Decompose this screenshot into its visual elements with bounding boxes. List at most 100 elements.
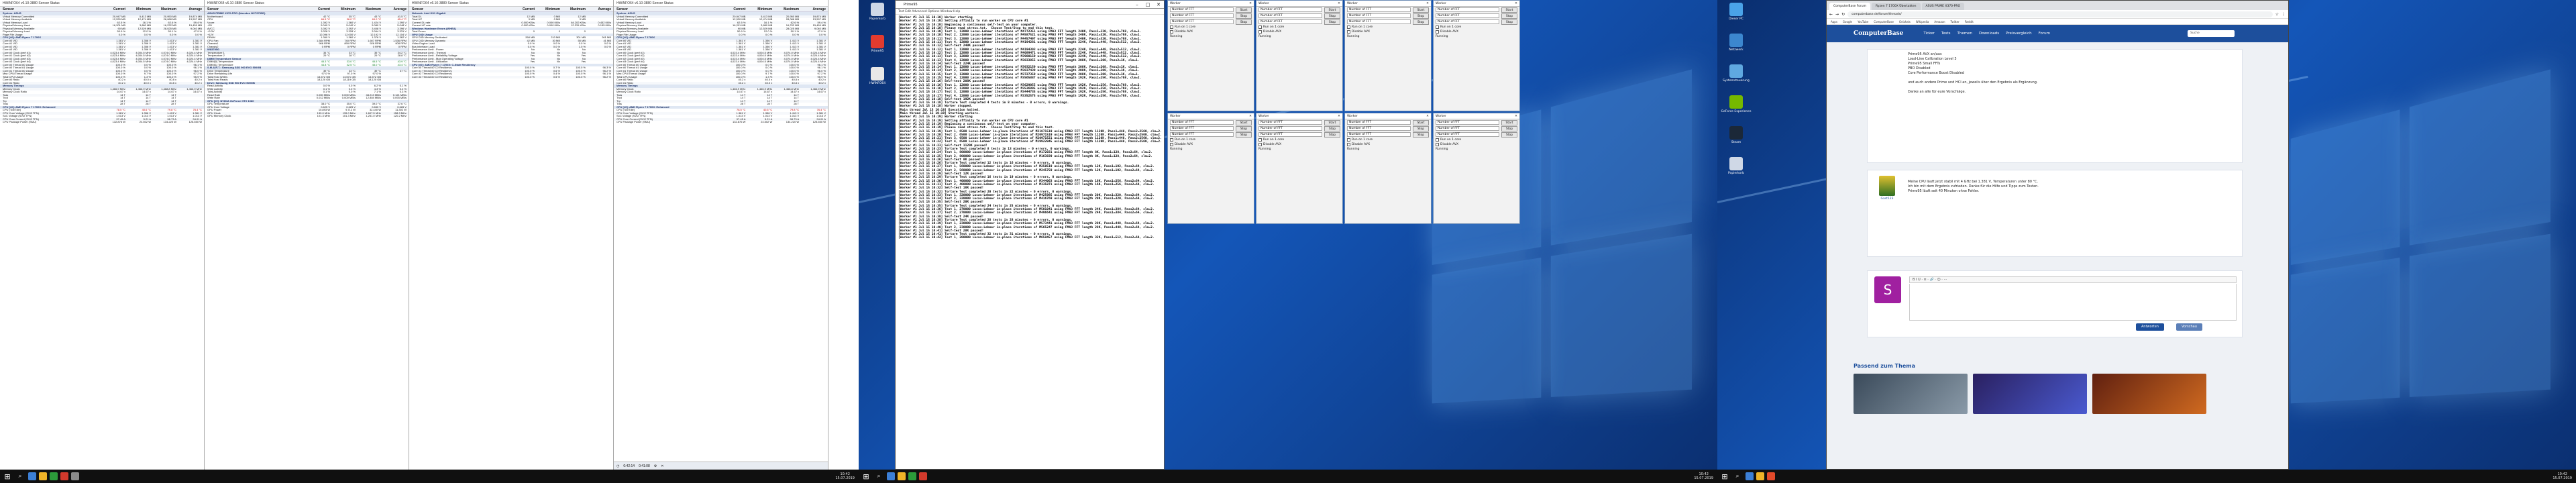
fft-input[interactable]: Number of FFT <box>1170 126 1234 131</box>
related-thumbnail[interactable] <box>1973 374 2087 414</box>
checkbox-row[interactable]: Run on 1 core <box>1256 25 1342 30</box>
search-icon[interactable]: ⌕ <box>1732 470 1743 483</box>
start-button[interactable]: Start <box>1324 7 1340 13</box>
start-button[interactable]: Start <box>1501 7 1517 13</box>
fft-input[interactable]: Number of FFT <box>1258 132 1322 137</box>
taskbar-app-icon[interactable] <box>1767 472 1775 480</box>
table-row[interactable]: GPU Memory Clock 101.3 MHz 101.3 MHz 1,251.… <box>205 115 409 118</box>
close-icon[interactable]: ✕ <box>1513 113 1519 119</box>
nav-themen[interactable]: Themen <box>1957 32 1972 36</box>
stop-button[interactable]: Stop <box>1413 19 1429 25</box>
checkbox-row[interactable]: Disable AVX <box>1434 142 1519 147</box>
related-thumbnail[interactable] <box>1854 374 1968 414</box>
fft-input[interactable]: Number of FFT <box>1258 126 1322 131</box>
minimize-icon[interactable]: – <box>1132 1 1142 8</box>
desktop-icon[interactable]: Papierkorb <box>861 3 894 21</box>
back-icon[interactable]: ← <box>1829 12 1833 17</box>
checkbox-row[interactable]: Disable AVX <box>1256 30 1342 34</box>
hwinfo-sensor-list-3[interactable]: Network: Intel I211 Gigabit Total DL 12 MB… <box>409 12 613 78</box>
start-button[interactable]: Start <box>1413 7 1429 13</box>
prime95-menubar[interactable]: Test Edit Advanced Options Window Help <box>896 9 1164 15</box>
hwinfo-panel-1[interactable]: HWiNFO64 v6.10-3880 Sensor Status Sensor… <box>0 0 205 470</box>
search-icon[interactable]: ⌕ <box>873 470 884 483</box>
stop-button[interactable]: Stop <box>1413 125 1429 131</box>
checkbox[interactable] <box>1436 25 1439 29</box>
checkbox[interactable] <box>1347 25 1350 29</box>
stop-button[interactable]: Stop <box>1236 13 1252 19</box>
fft-input[interactable]: Number of FFT <box>1436 126 1499 131</box>
table-row[interactable]: Core #3 Thread #0 C0 Residency 100.0 % 0.5… <box>409 75 613 78</box>
checkbox[interactable] <box>1170 138 1173 142</box>
close-icon[interactable]: ✕ <box>1247 1 1254 6</box>
start-button[interactable]: Start <box>1413 119 1429 125</box>
desktop-icon[interactable]: Steam <box>1720 126 1752 144</box>
table-row[interactable]: CPU Package Power (SMU) 132.876 W 24.502 W… <box>614 121 828 124</box>
nav-ticker[interactable]: Ticker <box>1923 32 1934 36</box>
windows-start-icon[interactable]: ⊞ <box>859 470 873 483</box>
prime95-worker-window[interactable]: Worker ✕ Number of FFT Start Number of FFT St… <box>1344 113 1432 224</box>
start-button[interactable]: Start <box>1236 7 1252 13</box>
desktop-icon[interactable]: Dieser PC <box>1720 3 1752 21</box>
browser-tab[interactable]: Ryzen 7 1700X Übertakten <box>1872 3 1921 10</box>
stop-button[interactable]: Stop <box>1236 131 1252 138</box>
fft-input[interactable]: Number of FFT <box>1347 19 1411 24</box>
stop-button[interactable]: Stop <box>1324 125 1340 131</box>
checkbox[interactable] <box>1170 25 1173 29</box>
checkbox-row[interactable]: Run on 1 core <box>1168 25 1254 30</box>
hwinfo-panel-3[interactable]: HWiNFO64 v6.10-3880 Sensor Status Sensor… <box>409 0 614 470</box>
browser-tab[interactable]: ComputerBase Forum <box>1829 3 1871 10</box>
forward-icon[interactable]: → <box>1835 12 1839 17</box>
hwinfo-sensor-list-4[interactable]: System: ASUS Virtual Memory Committed 20,9… <box>614 12 828 124</box>
fft-input[interactable]: Number of FFT <box>1436 132 1499 137</box>
desktop-icon[interactable]: GeForce Experience <box>1720 95 1752 113</box>
stop-button[interactable]: Stop <box>1413 131 1429 138</box>
desktop-icon[interactable]: Systemsteuerung <box>1720 64 1752 83</box>
fft-input[interactable]: Number of FFT <box>1258 120 1322 125</box>
close-icon[interactable]: ✕ <box>1424 1 1431 6</box>
taskbar-app-icon[interactable] <box>908 472 916 480</box>
taskbar-clock[interactable]: 10:42 15.07.2019 <box>1694 472 1713 480</box>
fft-input[interactable]: Number of FFT <box>1258 7 1322 12</box>
bookmark-item[interactable]: Amazon <box>1934 19 1945 24</box>
fft-input[interactable]: Number of FFT <box>1258 13 1322 18</box>
taskbar-app-icon[interactable] <box>1746 472 1754 480</box>
checkbox[interactable] <box>1258 138 1262 142</box>
close-icon[interactable]: ✕ <box>1513 1 1519 6</box>
fft-input[interactable]: Number of FFT <box>1347 13 1411 18</box>
taskbar-app-icon[interactable] <box>919 472 927 480</box>
bookmark-item[interactable]: Reddit <box>1965 19 1974 24</box>
stop-button[interactable]: Stop <box>1413 13 1429 19</box>
bookmark-item[interactable]: Apps <box>1831 19 1837 24</box>
checkbox-row[interactable]: Run on 1 core <box>1434 25 1519 30</box>
prime95-main-window[interactable]: Prime95 – □ ✕ Test Edit Advanced Options… <box>895 0 1165 470</box>
checkbox[interactable] <box>1436 138 1439 142</box>
close-icon[interactable]: ✕ <box>1336 113 1342 119</box>
checkbox[interactable] <box>1170 143 1173 146</box>
stop-button[interactable]: Stop <box>1236 125 1252 131</box>
taskbar-clock[interactable]: 10:42 15.07.2019 <box>2553 472 2572 480</box>
author-name[interactable]: Gast123 <box>1881 197 1894 201</box>
fft-input[interactable]: Number of FFT <box>1258 19 1322 24</box>
checkbox-row[interactable]: Disable AVX <box>1256 142 1342 147</box>
hwinfo-sensor-list-2[interactable]: ASUS PRIME X370-PRO (Nuvoton NCT6795D) Mo… <box>205 12 409 118</box>
bookmark-item[interactable]: Twitter <box>1951 19 1960 24</box>
desktop-icon[interactable]: Papierkorb <box>1720 157 1752 175</box>
bookmark-item[interactable]: Google <box>1843 19 1852 24</box>
checkbox[interactable] <box>1170 30 1173 34</box>
reply-button[interactable]: Antworten <box>2136 323 2164 331</box>
prime95-worker-window[interactable]: Worker ✕ Number of FFT Start Number of FFT St… <box>1256 0 1343 111</box>
taskbar-app-icon[interactable] <box>60 472 68 480</box>
browser-tab[interactable]: ASUS PRIME X370-PRO <box>1921 3 1965 10</box>
checkbox[interactable] <box>1436 143 1439 146</box>
start-button[interactable]: Start <box>1236 119 1252 125</box>
stop-button[interactable]: Stop <box>1501 131 1517 138</box>
close-icon[interactable]: ✕ <box>1153 1 1164 8</box>
taskbar-clock[interactable]: 10:42 15.07.2019 <box>835 472 855 480</box>
hwinfo-sensor-list[interactable]: System: ASUS Virtual Memory Committed 20,9… <box>0 12 204 124</box>
checkbox-row[interactable]: Run on 1 core <box>1345 25 1431 30</box>
star-icon[interactable]: ☆ <box>2275 12 2279 17</box>
address-bar[interactable]: computerbase.de/forum/threads/ <box>1847 11 2273 17</box>
checkbox[interactable] <box>1347 30 1350 34</box>
checkbox-row[interactable]: Disable AVX <box>1345 142 1431 147</box>
stop-button[interactable]: Stop <box>1324 13 1340 19</box>
